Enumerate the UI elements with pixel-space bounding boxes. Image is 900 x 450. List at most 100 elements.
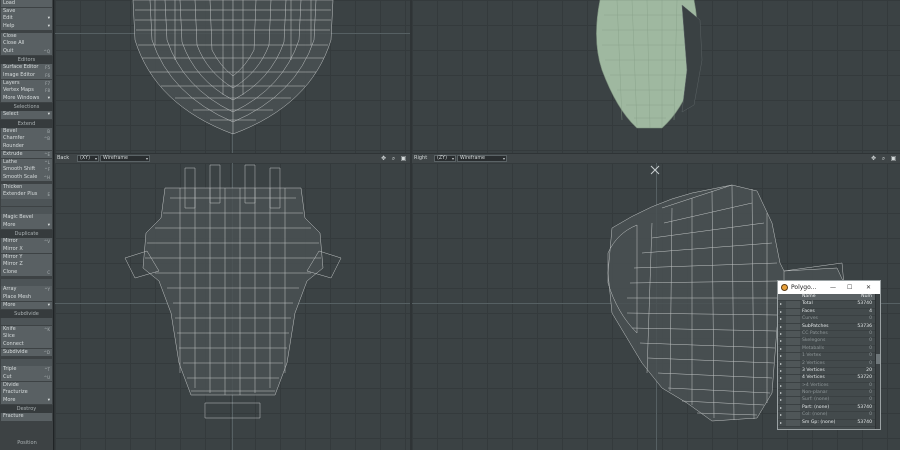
tool-button[interactable]: Divide xyxy=(1,381,52,389)
viewport-top[interactable] xyxy=(55,0,410,153)
table-row[interactable]: ▸ 2 Vertices 0 xyxy=(778,360,880,368)
render-mode-select-right[interactable]: Wireframe ▾ xyxy=(457,155,507,162)
tool-button[interactable]: Fracture xyxy=(1,413,52,421)
tool-button[interactable]: Mirror Y xyxy=(1,253,52,261)
tool-button[interactable] xyxy=(1,278,52,287)
expand-icon[interactable]: ▸ xyxy=(780,338,784,344)
table-row[interactable]: ▸ 1 Vertex 0 xyxy=(778,353,880,361)
tool-button[interactable]: Magic Bevel xyxy=(1,214,52,222)
tool-button[interactable]: Smooth Shift ^F xyxy=(1,166,52,174)
minimize-icon[interactable]: — xyxy=(830,283,836,292)
tool-button[interactable]: Cut ^U xyxy=(1,373,52,382)
tool-button[interactable]: Mirror ^V xyxy=(1,238,52,246)
panel-title-bar[interactable]: Polygo... — ☐ ✕ xyxy=(778,281,880,294)
move-view-icon[interactable]: ✥ xyxy=(380,155,387,162)
tool-button[interactable]: Image Editor F6 xyxy=(1,72,52,80)
expand-icon[interactable]: ▸ xyxy=(780,383,784,389)
expand-icon[interactable]: ▸ xyxy=(780,316,784,322)
viewport-perspective[interactable] xyxy=(412,0,900,153)
expand-icon[interactable]: ▸ xyxy=(780,412,784,418)
table-row[interactable]: ▸ Sm Gp: (none) 53740 xyxy=(778,419,880,428)
tool-button[interactable]: Mirror Z xyxy=(1,261,52,269)
expand-icon[interactable]: ▸ xyxy=(780,390,784,396)
table-row[interactable]: ▸ Surf: (none) 0 xyxy=(778,397,880,405)
tool-button[interactable]: More Windows ▾ xyxy=(1,95,52,103)
tool-button[interactable]: Vertex Maps F8 xyxy=(1,87,52,95)
expand-icon[interactable]: ▸ xyxy=(780,324,784,330)
tool-button[interactable]: Clone C xyxy=(1,269,52,277)
tool-button[interactable] xyxy=(1,318,52,326)
expand-icon[interactable]: ▸ xyxy=(780,301,784,307)
table-row[interactable]: ▸ Curves 0 xyxy=(778,316,880,324)
tool-button[interactable]: Edit ▾ xyxy=(1,15,52,23)
tool-button[interactable]: Rounder xyxy=(1,143,52,151)
expand-icon[interactable]: ▸ xyxy=(780,346,784,352)
render-mode-select-left[interactable]: Wireframe ▾ xyxy=(100,155,150,162)
viewport-back[interactable] xyxy=(55,163,410,450)
tool-button[interactable]: Slice xyxy=(1,333,52,341)
tool-button[interactable] xyxy=(1,198,52,207)
table-row[interactable]: ▸ CC Patches 0 xyxy=(778,330,880,339)
tool-button[interactable]: Layers F7 xyxy=(1,79,52,88)
expand-icon[interactable]: ▸ xyxy=(780,368,784,374)
table-row[interactable]: ▸ >4 Vertices 0 xyxy=(778,382,880,391)
tool-button[interactable]: Fracturize xyxy=(1,389,52,397)
tool-button[interactable]: Help ▾ xyxy=(1,23,52,31)
panel-scrollbar[interactable] xyxy=(875,294,880,429)
tool-button[interactable]: Subdivide ^D xyxy=(1,348,52,357)
polygon-statistics-panel[interactable]: Polygo... — ☐ ✕ Name Num ▸ Total 53740 ▸ Fac… xyxy=(777,280,881,430)
tool-button[interactable]: Chamfer ^B xyxy=(1,135,52,143)
tool-button[interactable]: Save xyxy=(1,7,52,15)
tool-button[interactable]: More ▾ xyxy=(1,396,52,405)
table-row[interactable]: ▸ SubPatches 53736 xyxy=(778,323,880,331)
tool-button[interactable]: Array ^Y xyxy=(1,286,52,294)
scrollbar-thumb[interactable] xyxy=(876,354,880,364)
tool-button[interactable]: Load xyxy=(1,0,52,8)
tool-button[interactable]: Knife ^K xyxy=(1,325,52,334)
expand-icon[interactable]: ▸ xyxy=(780,361,784,367)
expand-icon[interactable]: ▸ xyxy=(780,331,784,337)
tool-button[interactable]: Select ▾ xyxy=(1,111,52,119)
table-row[interactable]: ▸ 4 Vertices 53720 xyxy=(778,375,880,383)
tool-button[interactable]: Place Mesh xyxy=(1,294,52,302)
tool-button[interactable]: Lathe ^L xyxy=(1,158,52,166)
tool-button[interactable]: Thicken xyxy=(1,183,52,191)
tool-button[interactable]: Close xyxy=(1,32,52,41)
maximize-icon[interactable]: ☐ xyxy=(847,283,852,292)
tool-button[interactable]: More ▾ xyxy=(1,301,52,310)
zoom-view-icon[interactable]: ⌕ xyxy=(880,155,887,162)
maximize-view-icon[interactable]: ▣ xyxy=(400,155,407,162)
tool-button[interactable]: Triple ^T xyxy=(1,366,52,374)
tool-button[interactable]: Quit ^Q xyxy=(1,48,52,56)
table-row[interactable]: ▸ Metaballs 0 xyxy=(778,345,880,354)
tool-button[interactable] xyxy=(1,206,52,214)
tool-button[interactable]: Extrude ^E xyxy=(1,150,52,159)
tool-button[interactable]: Extender Plus E xyxy=(1,191,52,199)
table-row[interactable]: ▸ Col: (none) 0 xyxy=(778,412,880,420)
axis-select-left[interactable]: (XY) ▾ xyxy=(77,155,99,162)
tool-button[interactable]: Smooth Scale ^H xyxy=(1,173,52,182)
table-row[interactable]: ▸ Faces 4 xyxy=(778,308,880,317)
move-view-icon[interactable]: ✥ xyxy=(870,155,877,162)
table-row[interactable]: ▸ Non-planar 0 xyxy=(778,390,880,398)
table-row[interactable]: ▸ Part: (none) 53740 xyxy=(778,404,880,413)
expand-icon[interactable]: ▸ xyxy=(780,353,784,359)
tool-button[interactable]: Connect xyxy=(1,341,52,349)
expand-icon[interactable]: ▸ xyxy=(780,420,784,426)
tool-button[interactable]: Mirror X xyxy=(1,246,52,254)
expand-icon[interactable]: ▸ xyxy=(780,309,784,315)
axis-select-right[interactable]: (ZY) ▾ xyxy=(434,155,456,162)
tool-button[interactable]: Surface Editor F5 xyxy=(1,64,52,72)
close-icon[interactable]: ✕ xyxy=(866,283,871,292)
expand-icon[interactable]: ▸ xyxy=(780,397,784,403)
expand-icon[interactable]: ▸ xyxy=(780,405,784,411)
zoom-view-icon[interactable]: ⌕ xyxy=(390,155,397,162)
tool-button[interactable] xyxy=(1,358,52,366)
tool-button[interactable]: Close All xyxy=(1,40,52,48)
expand-icon[interactable]: ▸ xyxy=(780,375,784,381)
tool-button[interactable]: Bevel B xyxy=(1,127,52,136)
maximize-view-icon[interactable]: ▣ xyxy=(890,155,897,162)
table-row[interactable]: ▸ Skelegons 0 xyxy=(778,338,880,346)
table-row[interactable]: ▸ Total 53740 xyxy=(778,301,880,309)
tool-button[interactable]: More ▾ xyxy=(1,222,52,230)
